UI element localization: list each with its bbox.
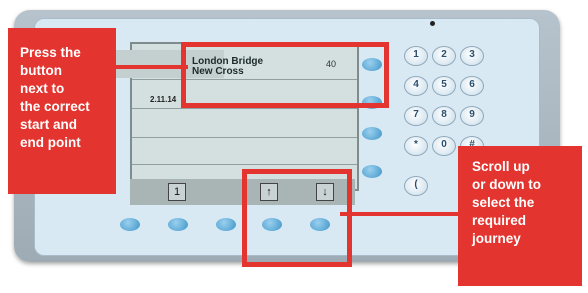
select-row-4-button[interactable] xyxy=(362,165,382,178)
left-callout-connector xyxy=(108,65,188,69)
right-callout-connector xyxy=(340,212,472,216)
keypad-key[interactable]: 7 xyxy=(404,106,428,126)
date-label: 2.11.14 xyxy=(150,95,177,104)
right-instruction-callout: Scroll up or down to select the required… xyxy=(458,146,582,286)
page-indicator: 1 xyxy=(168,183,186,201)
keypad-key[interactable]: 9 xyxy=(460,106,484,126)
bottom-soft-button-1[interactable] xyxy=(120,218,140,231)
callout-line: end point xyxy=(20,135,81,150)
keypad-key[interactable]: 4 xyxy=(404,76,428,96)
callout-line: required xyxy=(472,213,527,228)
camera-dot-icon xyxy=(430,21,435,26)
left-instruction-callout: Press the button next to the correct sta… xyxy=(8,28,116,194)
callout-line: Press the xyxy=(20,45,81,60)
select-row-3-button[interactable] xyxy=(362,127,382,140)
keypad-key[interactable]: 3 xyxy=(460,46,484,66)
callout-line: select the xyxy=(472,195,535,210)
callout-line: next to xyxy=(20,81,65,96)
screen-row-divider xyxy=(132,108,357,109)
screen-row-divider xyxy=(132,164,357,165)
keypad-key[interactable]: 2 xyxy=(432,46,456,66)
callout-line: the correct xyxy=(20,99,90,114)
keypad-key[interactable]: 8 xyxy=(432,106,456,126)
highlight-start-end-buttons xyxy=(181,42,389,108)
highlight-scroll-buttons xyxy=(242,169,352,267)
bottom-soft-button-2[interactable] xyxy=(168,218,188,231)
callout-line: button xyxy=(20,63,62,78)
screen-row-divider xyxy=(132,137,357,138)
keypad-key[interactable]: 6 xyxy=(460,76,484,96)
callout-line: Scroll up xyxy=(472,159,530,174)
keypad-key[interactable]: 5 xyxy=(432,76,456,96)
keypad-key[interactable]: 0 xyxy=(432,136,456,156)
bottom-soft-button-3[interactable] xyxy=(216,218,236,231)
callout-line: or down to xyxy=(472,177,541,192)
keypad-key[interactable]: 1 xyxy=(404,46,428,66)
callout-line: journey xyxy=(472,231,521,246)
callout-line: start and xyxy=(20,117,78,132)
keypad-key[interactable]: * xyxy=(404,136,428,156)
keypad-side-key[interactable]: ( xyxy=(404,176,428,196)
